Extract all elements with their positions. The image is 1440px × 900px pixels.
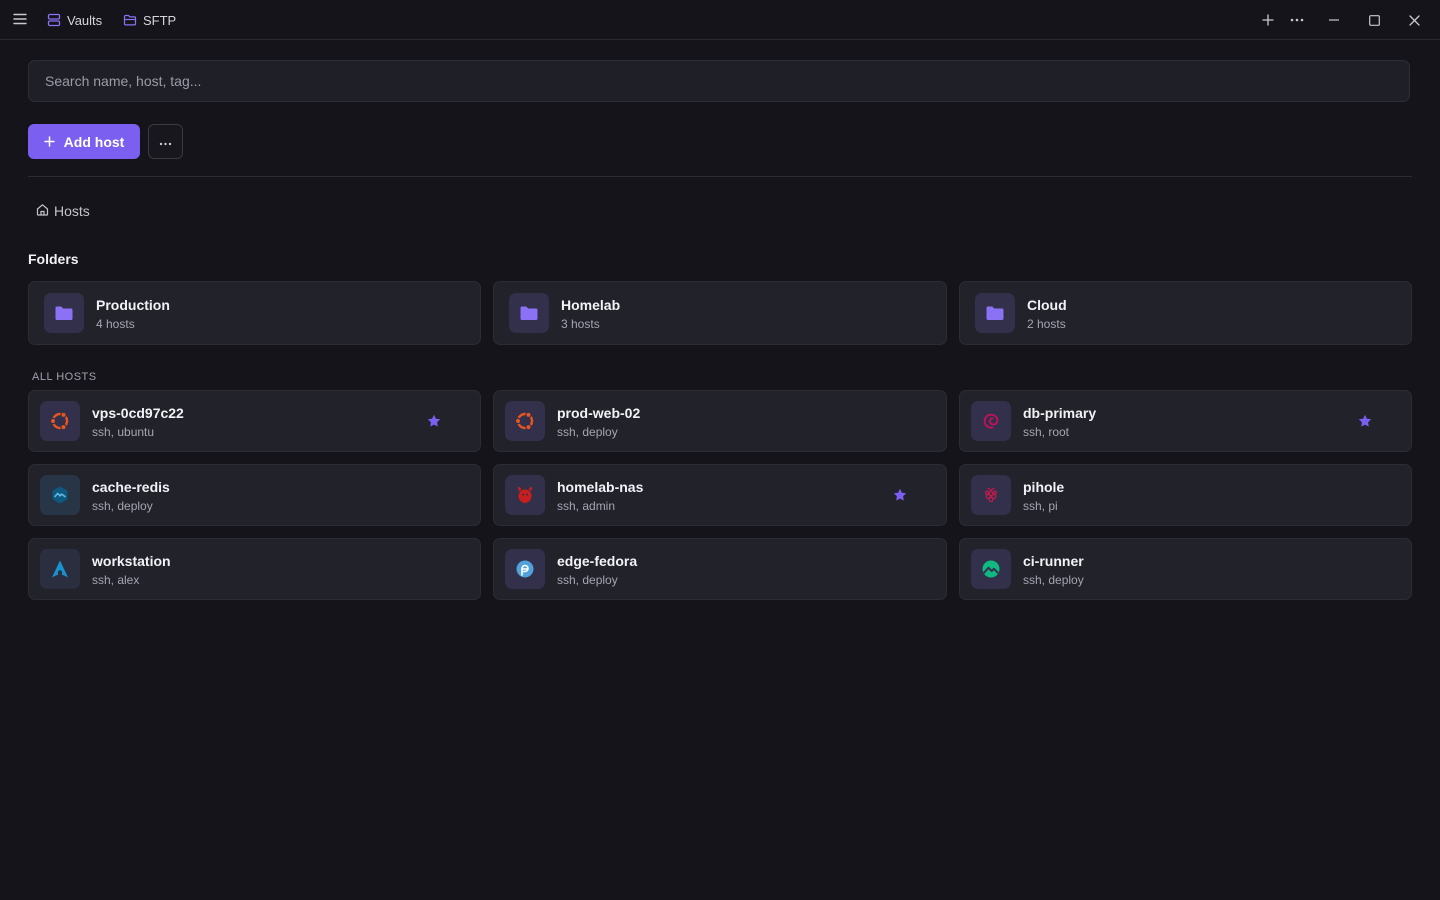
all-hosts-heading: ALL HOSTS xyxy=(32,371,97,383)
fedora-icon xyxy=(505,549,545,589)
host-name: workstation xyxy=(92,553,171,569)
host-card[interactable]: workstation ssh, alex xyxy=(28,538,481,600)
minimize-icon[interactable] xyxy=(1322,8,1346,32)
maximize-icon[interactable] xyxy=(1362,8,1386,32)
host-detail: ssh, root xyxy=(1023,425,1070,439)
breadcrumb[interactable]: Hosts xyxy=(36,202,90,220)
star-icon[interactable] xyxy=(892,487,908,503)
folder-host-count: 4 hosts xyxy=(96,317,135,331)
star-icon[interactable] xyxy=(1357,413,1373,429)
divider xyxy=(28,176,1412,177)
host-card[interactable]: prod-web-02 ssh, deploy xyxy=(493,390,947,452)
add-host-label: Add host xyxy=(63,133,125,150)
more-options-icon[interactable] xyxy=(1285,8,1309,32)
host-card[interactable]: edge-fedora ssh, deploy xyxy=(493,538,947,600)
ubuntu-icon xyxy=(505,401,545,441)
host-name: edge-fedora xyxy=(557,553,638,569)
tab-vaults[interactable]: Vaults xyxy=(47,9,102,31)
home-icon xyxy=(36,203,49,219)
folder-name: Cloud xyxy=(1027,297,1067,313)
host-name: prod-web-02 xyxy=(557,405,641,421)
host-name: ci-runner xyxy=(1023,553,1084,569)
folder-open-icon xyxy=(123,13,137,27)
folder-card-cloud[interactable]: Cloud 2 hosts xyxy=(959,281,1412,345)
host-card[interactable]: pihole ssh, pi xyxy=(959,464,1412,526)
host-name: vps-0cd97c22 xyxy=(92,405,184,421)
host-name: cache-redis xyxy=(92,479,170,495)
arch-linux-icon xyxy=(40,549,80,589)
folder-host-count: 3 hosts xyxy=(561,317,600,331)
close-icon[interactable] xyxy=(1402,8,1426,32)
title-bar: Vaults SFTP xyxy=(0,0,1440,40)
folder-icon xyxy=(975,293,1015,333)
host-card[interactable]: db-primary ssh, root xyxy=(959,390,1412,452)
host-name: db-primary xyxy=(1023,405,1097,421)
star-icon[interactable] xyxy=(426,413,442,429)
folder-card-production[interactable]: Production 4 hosts xyxy=(28,281,481,345)
server-stack-icon xyxy=(47,13,61,27)
new-tab-plus-icon[interactable] xyxy=(1256,8,1280,32)
host-detail: ssh, deploy xyxy=(557,573,618,587)
host-detail: ssh, alex xyxy=(92,573,140,587)
folder-icon xyxy=(509,293,549,333)
host-card[interactable]: cache-redis ssh, deploy xyxy=(28,464,481,526)
freebsd-icon xyxy=(505,475,545,515)
tab-sftp[interactable]: SFTP xyxy=(123,9,176,31)
more-actions-button[interactable] xyxy=(148,124,183,159)
folder-name: Homelab xyxy=(561,297,621,313)
folder-host-count: 2 hosts xyxy=(1027,317,1066,331)
host-name: pihole xyxy=(1023,479,1065,495)
search-input[interactable] xyxy=(28,60,1410,102)
host-card[interactable]: vps-0cd97c22 ssh, ubuntu xyxy=(28,390,481,452)
debian-icon xyxy=(971,401,1011,441)
host-detail: ssh, ubuntu xyxy=(92,425,155,439)
tab-sftp-label: SFTP xyxy=(143,12,177,28)
host-card[interactable]: homelab-nas ssh, admin xyxy=(493,464,947,526)
host-detail: ssh, admin xyxy=(557,499,616,513)
add-host-button[interactable]: Add host xyxy=(28,124,140,159)
raspberry-pi-icon xyxy=(971,475,1011,515)
ellipsis-icon xyxy=(159,133,172,151)
folder-icon xyxy=(44,293,84,333)
hamburger-menu-icon[interactable] xyxy=(9,8,31,30)
folder-name: Production xyxy=(96,297,170,313)
host-detail: ssh, deploy xyxy=(92,499,153,513)
rocky-linux-icon xyxy=(971,549,1011,589)
ubuntu-icon xyxy=(40,401,80,441)
host-card[interactable]: ci-runner ssh, deploy xyxy=(959,538,1412,600)
alpine-icon xyxy=(40,475,80,515)
host-detail: ssh, deploy xyxy=(557,425,618,439)
host-detail: ssh, deploy xyxy=(1023,573,1084,587)
tab-vaults-label: Vaults xyxy=(67,12,103,28)
host-detail: ssh, pi xyxy=(1023,499,1058,513)
host-name: homelab-nas xyxy=(557,479,644,495)
folder-card-homelab[interactable]: Homelab 3 hosts xyxy=(493,281,947,345)
folders-heading: Folders xyxy=(28,251,79,267)
breadcrumb-hosts: Hosts xyxy=(54,203,90,219)
plus-icon xyxy=(43,134,55,150)
